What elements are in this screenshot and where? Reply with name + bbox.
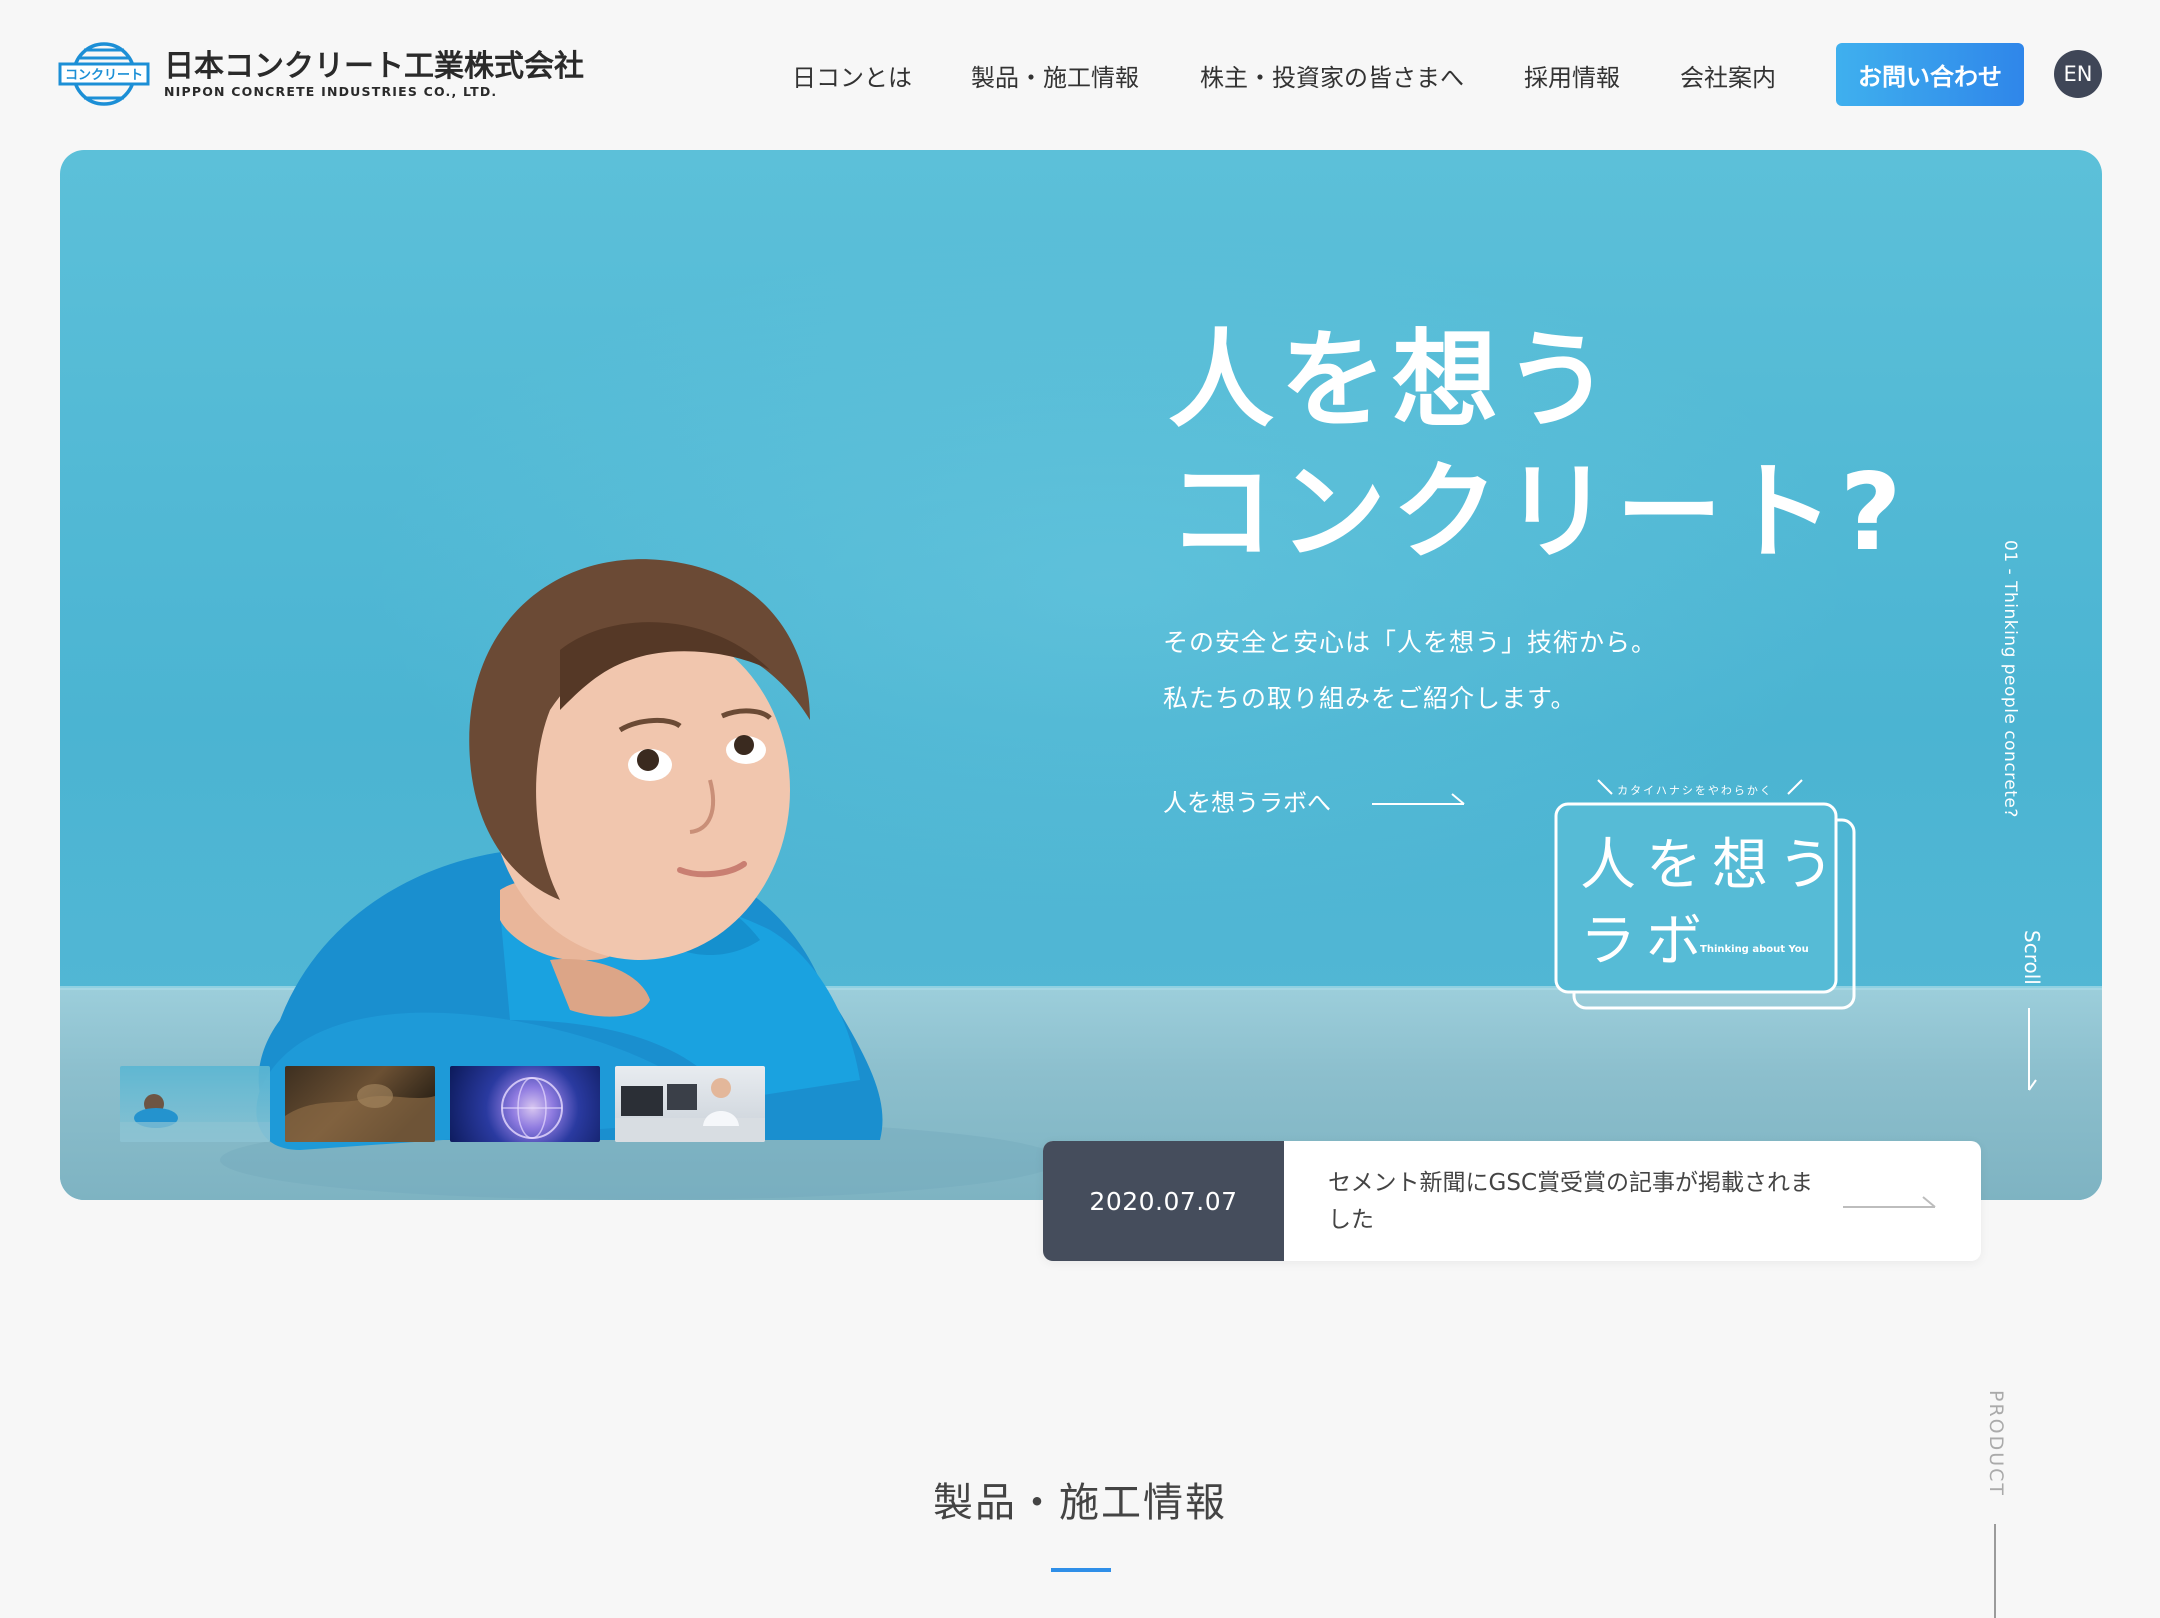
hero-headline-line1: 人を想う [1168,319,1616,442]
thumbnail-globe[interactable] [450,1066,600,1142]
lab-logo[interactable]: カタイハナシをやわらかく 人を想う ラボ Thinking about You [1550,770,1930,1020]
language-en-button[interactable]: EN [2054,50,2102,98]
thumbnail-office-worker[interactable] [615,1066,765,1142]
product-vertical-line [1994,1524,1996,1618]
child-thumbnail-icon [120,1094,270,1142]
nav-investors[interactable]: 株主・投資家の皆さまへ [1200,58,1464,93]
lab-logo-title: 人を想う [1580,833,1844,898]
arrow-right-icon[interactable] [1843,1193,1938,1209]
hero-headline-line2: コンクリート? [1168,451,1908,574]
slide-caption: 01 - Thinking people concrete? [2000,540,2020,818]
lab-logo-english: Thinking about You [1700,944,1809,955]
concrete-logo-icon: コンクリート [58,42,150,106]
logo-company-name-en: NIPPON CONCRETE INDUSTRIES CO., LTD. [164,84,498,99]
hero-headline: 人を想う コンクリート? [1168,315,1908,579]
product-vertical-label: PRODUCT [1985,1390,2007,1498]
news-headline[interactable]: セメント新聞にGSC賞受賞の記事が掲載されました [1328,1165,1828,1239]
hero-slider: 人を想う コンクリート? その安全と安心は「人を想う」技術から。 私たちの取り組… [60,150,2102,1200]
thumbnail-ruins[interactable] [285,1066,435,1142]
hero-subtext: その安全と安心は「人を想う」技術から。 私たちの取り組みをご紹介します。 [1163,615,1657,727]
lab-link[interactable]: 人を想うラボへ [1163,783,1331,818]
arrow-right-icon[interactable] [1372,790,1467,806]
nav-recruit[interactable]: 採用情報 [1524,58,1620,93]
hero-subtext-line2: 私たちの取り組みをご紹介します。 [1163,684,1577,713]
lab-logo-tagline: カタイハナシをやわらかく [1617,784,1773,797]
section-title-underline [1051,1568,1111,1572]
contact-button[interactable]: お問い合わせ [1836,43,2024,106]
scroll-down-icon[interactable] [2025,1008,2037,1092]
scroll-label[interactable]: Scroll [2020,930,2044,985]
news-item[interactable]: 2020.07.07 セメント新聞にGSC賞受賞の記事が掲載されました [1043,1141,1981,1261]
office-thumbnail-icon [615,1078,765,1142]
news-date: 2020.07.07 [1043,1141,1284,1261]
nav-company[interactable]: 会社案内 [1680,58,1776,93]
slide-thumbnails [120,1066,765,1142]
nav-products[interactable]: 製品・施工情報 [971,58,1139,93]
logo-company-name: 日本コンクリート工業株式会社 [164,49,584,84]
hero-subtext-line1: その安全と安心は「人を想う」技術から。 [1163,628,1658,657]
nav-about[interactable]: 日コンとは [792,58,912,93]
section-title-products: 製品・施工情報 [933,1480,1227,1526]
globe-thumbnail-icon [501,1077,563,1139]
logo-mark-text: コンクリート [65,68,143,83]
site-header: コンクリート 日本コンクリート工業株式会社 NIPPON CONCRETE IN… [0,0,2160,150]
thumbnail-child[interactable] [120,1066,270,1142]
ruins-thumbnail-icon [285,1084,435,1142]
company-logo[interactable]: コンクリート 日本コンクリート工業株式会社 NIPPON CONCRETE IN… [58,40,584,108]
lab-logo-subtitle: ラボ [1580,909,1712,974]
